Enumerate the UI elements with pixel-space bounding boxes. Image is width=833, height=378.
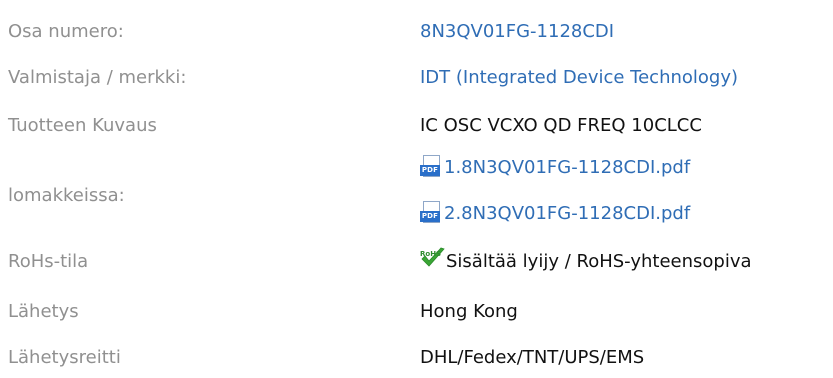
description-label: Tuotteen Kuvaus [8,115,157,136]
part-number-label: Osa numero: [8,21,124,42]
description-value: IC OSC VCXO QD FREQ 10CLCC [420,115,702,136]
shipping-label: Lähetys [8,301,79,322]
shipping-route-value: DHL/Fedex/TNT/UPS/EMS [420,347,645,368]
datasheet-link-2[interactable]: PDF 2.8N3QV01FG-1128CDI.pdf [420,196,690,232]
spec-row-datasheets-label: lomakkeissa: [0,176,833,216]
datasheets-label: lomakkeissa: [8,185,125,206]
part-number-link[interactable]: 8N3QV01FG-1128CDI [420,12,614,52]
spec-row-shipping-route: Lähetysreitti DHL/Fedex/TNT/UPS/EMS [0,338,833,378]
pdf-icon: PDF [420,201,440,223]
rohs-check-icon: RoHS [420,247,446,273]
spec-row-shipping: Lähetys Hong Kong [0,292,833,332]
datasheet-link-1-label[interactable]: 1.8N3QV01FG-1128CDI.pdf [444,157,690,178]
datasheet-link-2-label[interactable]: 2.8N3QV01FG-1128CDI.pdf [444,203,690,224]
manufacturer-link[interactable]: IDT (Integrated Device Technology) [420,58,738,98]
spec-row-description: Tuotteen Kuvaus IC OSC VCXO QD FREQ 10CL… [0,106,833,146]
datasheet-link-1[interactable]: PDF 1.8N3QV01FG-1128CDI.pdf [420,150,690,186]
spec-row-manufacturer: Valmistaja / merkki: IDT (Integrated Dev… [0,58,833,98]
rohs-label: RoHs-tila [8,251,89,272]
rohs-status-text: Sisältää lyijy / RoHS-yhteensopiva [446,251,752,272]
shipping-route-label: Lähetysreitti [8,347,121,368]
rohs-value: RoHS Sisältää lyijy / RoHS-yhteensopiva [420,242,752,282]
spec-row-part-number: Osa numero: 8N3QV01FG-1128CDI [0,12,833,52]
manufacturer-label: Valmistaja / merkki: [8,67,187,88]
shipping-value: Hong Kong [420,301,518,322]
pdf-icon: PDF [420,155,440,177]
spec-row-rohs: RoHs-tila RoHS Sisältää lyijy / RoHS-yht… [0,242,833,282]
